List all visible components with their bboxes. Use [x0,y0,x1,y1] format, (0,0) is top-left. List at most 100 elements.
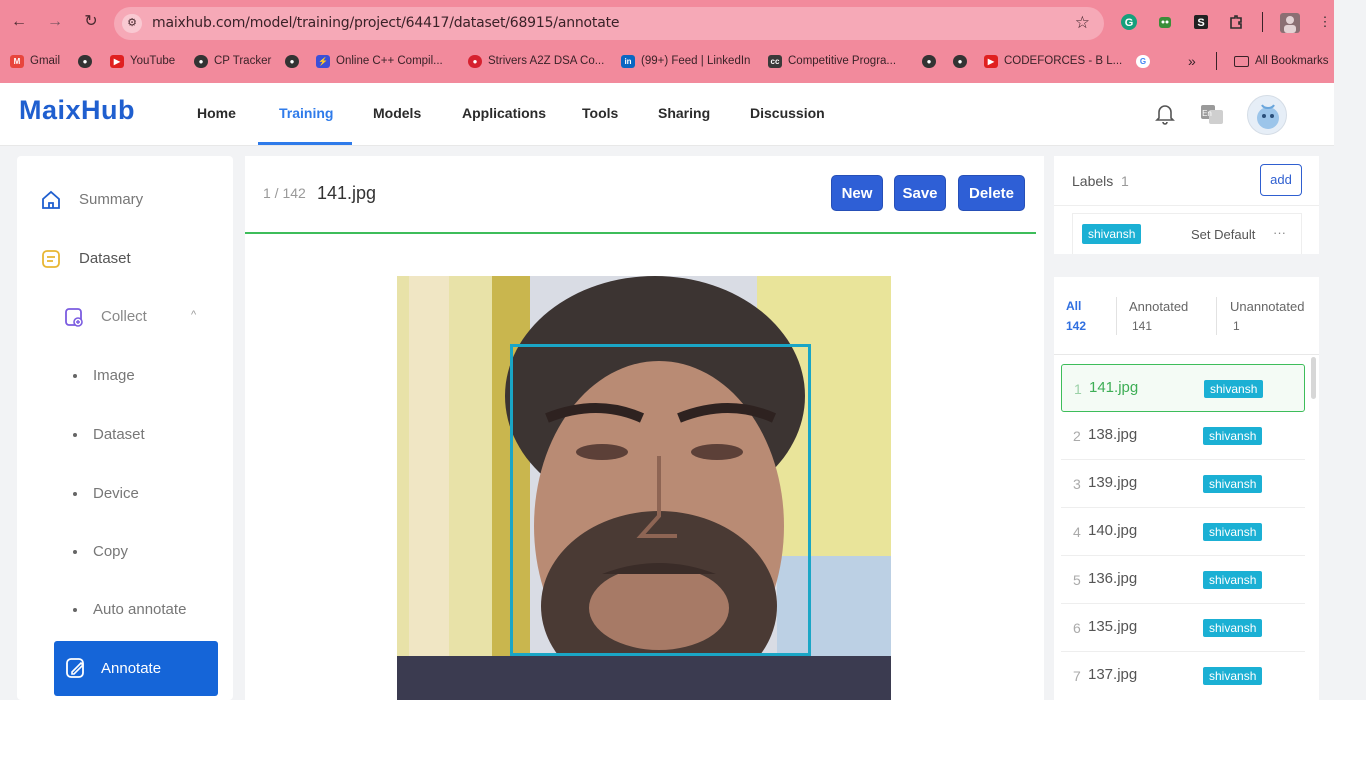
home-icon [42,190,60,209]
bookmark-google[interactable]: G [1136,53,1150,69]
nav-tools[interactable]: Tools [582,105,618,121]
bookmark-codeforces[interactable]: ▶ CODEFORCES - B L... [984,53,1122,69]
bookmark-globe[interactable]: ● [953,53,967,69]
url-text[interactable]: maixhub.com/model/training/project/64417… [152,15,619,31]
save-button[interactable]: Save [894,175,946,211]
more-options-icon[interactable]: ··· [1273,225,1286,240]
bounding-box[interactable] [510,344,811,656]
nav-models[interactable]: Models [373,105,421,121]
file-row[interactable]: 6 135.jpg shivansh [1061,604,1305,652]
nav-home[interactable]: Home [197,105,236,121]
all-bookmarks[interactable]: All Bookmarks [1234,53,1329,69]
delete-button[interactable]: Delete [958,175,1025,211]
tab-label: Annotated [1129,299,1189,314]
tab-count: 142 [1066,319,1087,333]
bullet-dot [73,374,77,378]
sidebar-subitem-label: Device [93,485,139,502]
sidebar-subitem-label: Dataset [93,426,145,443]
bookmark-globe[interactable]: ● [78,53,92,69]
sidebar-item-annotate[interactable]: Annotate [54,641,218,696]
globe-icon: ● [953,54,967,68]
globe-icon: ● [78,54,92,68]
file-row-selected[interactable]: 1 141.jpg shivansh [1061,364,1305,412]
file-number: 3 [1073,476,1081,492]
bullet-dot [73,608,77,612]
nav-applications[interactable]: Applications [462,105,546,121]
label-tag[interactable]: shivansh [1082,224,1142,244]
bookmarks-divider [1216,52,1217,70]
file-row[interactable]: 2 138.jpg shivansh [1061,412,1305,460]
nav-sharing[interactable]: Sharing [658,105,710,121]
avatar[interactable] [1247,95,1287,135]
svg-text:G: G [1125,17,1134,29]
bookmark-star-icon[interactable]: ☆ [1075,13,1090,33]
sidebar-subitem-dataset[interactable]: Dataset [17,415,233,455]
browser-menu-icon[interactable]: ⋮ [1316,13,1334,31]
sidebar-item-collect[interactable]: Collect ^ [17,297,233,337]
file-list-scrollbar[interactable] [1311,357,1316,399]
file-name: 136.jpg [1088,570,1138,587]
grammarly-extension-icon[interactable]: G [1120,13,1138,31]
browser-chrome: ← → ↻ ⚙ maixhub.com/model/training/proje… [0,0,1334,83]
forward-arrow-icon[interactable]: → [44,11,66,33]
bookmark-linkedin[interactable]: in (99+) Feed | LinkedIn [621,53,750,69]
sidebar-subitem-copy[interactable]: Copy [17,532,233,572]
file-label-tag: shivansh [1203,667,1263,685]
file-number: 7 [1073,668,1081,684]
address-bar[interactable]: ⚙ maixhub.com/model/training/project/644… [114,7,1104,40]
labels-title: Labels [1072,173,1114,189]
tab-unannotated[interactable]: Unannotated 1 [1230,299,1318,333]
bookmark-label: Gmail [30,55,61,67]
file-label-tag: shivansh [1203,475,1263,493]
globe-icon: ● [194,54,208,68]
tab-count: 1 [1233,319,1240,333]
site-info-icon[interactable]: ⚙ [122,14,142,33]
edit-icon [66,658,85,678]
active-nav-underline [258,142,352,145]
back-arrow-icon[interactable]: ← [8,11,30,33]
sidebar-subitem-image[interactable]: Image [17,356,233,396]
tab-all[interactable]: All 142 [1066,299,1106,333]
bookmark-competitive-programming[interactable]: cc Competitive Progra... [768,53,896,69]
bookmark-strivers[interactable]: ● Strivers A2Z DSA Co... [468,53,604,69]
globe-icon: ● [285,54,299,68]
chevron-up-icon[interactable]: ^ [191,309,196,321]
language-icon[interactable]: En [1200,103,1224,130]
reload-icon[interactable]: ↻ [80,11,102,33]
linkedin-icon: in [621,54,635,68]
maixhub-logo[interactable]: MaixHub [19,95,135,126]
bell-icon[interactable] [1155,103,1175,130]
file-number: 5 [1073,572,1081,588]
annotation-image[interactable] [397,276,891,700]
labels-divider [1054,205,1319,206]
bookmark-cp-tracker[interactable]: ● CP Tracker [194,53,271,69]
s-extension-icon[interactable]: S [1192,13,1210,31]
bookmark-label: Online C++ Compil... [336,55,443,67]
bookmark-label: (99+) Feed | LinkedIn [641,55,751,67]
bookmark-globe[interactable]: ● [922,53,936,69]
bookmarks-overflow[interactable]: » [1188,53,1196,69]
sidebar-item-summary[interactable]: Summary [17,180,233,220]
sidebar-item-dataset[interactable]: Dataset [17,239,233,279]
file-row[interactable]: 5 136.jpg shivansh [1061,556,1305,604]
profile-icon[interactable] [1280,13,1300,33]
tab-annotated[interactable]: Annotated 141 [1129,299,1209,333]
bookmark-youtube[interactable]: ▶ YouTube [110,53,175,69]
bookmark-gmail[interactable]: M Gmail [10,53,60,69]
file-row[interactable]: 3 139.jpg shivansh [1061,460,1305,508]
sidebar-subitem-device[interactable]: Device [17,474,233,514]
set-default-link[interactable]: Set Default [1191,227,1255,242]
bookmark-online-compiler[interactable]: ⚡ Online C++ Compil... [316,53,443,69]
add-label-button[interactable]: add [1260,164,1302,196]
robot-extension-icon[interactable] [1156,13,1174,31]
file-row[interactable]: 7 137.jpg shivansh [1061,652,1305,700]
sidebar-subitem-auto-annotate[interactable]: Auto annotate [17,590,233,630]
file-row[interactable]: 4 140.jpg shivansh [1061,508,1305,556]
label-row[interactable]: shivansh Set Default ··· [1072,213,1302,254]
sidebar-subitem-label: Image [93,367,135,384]
nav-discussion[interactable]: Discussion [750,105,825,121]
nav-training[interactable]: Training [279,105,333,121]
bookmark-globe[interactable]: ● [285,53,299,69]
extensions-puzzle-icon[interactable] [1227,13,1245,31]
new-button[interactable]: New [831,175,883,211]
